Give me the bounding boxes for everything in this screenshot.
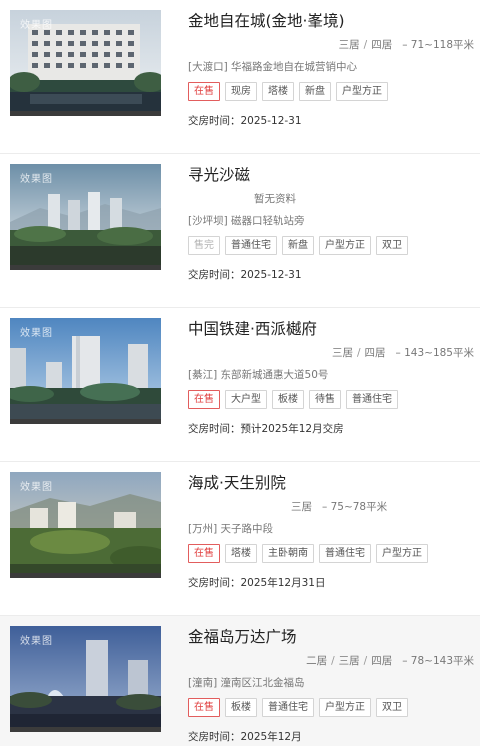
listing-card[interactable]: 效果图 中国铁建·西派樾府 三居 / 四居 – 143~185平米 [綦江] 东部新城… bbox=[0, 308, 480, 462]
tag-on-sale: 在售 bbox=[188, 390, 220, 409]
address-district: [綦江] bbox=[188, 369, 218, 381]
tag: 待售 bbox=[309, 390, 341, 409]
delivery-date: 交房时间：2025年12月31日 bbox=[188, 577, 326, 589]
tag-list: 在售 板楼 普通住宅 户型方正 双卫 bbox=[188, 698, 408, 717]
listing-title[interactable]: 中国铁建·西派樾府 bbox=[188, 317, 317, 339]
listing-address: [万州] 天子路中段 bbox=[188, 521, 273, 536]
room-type: 二居 bbox=[306, 655, 328, 667]
tag: 普通住宅 bbox=[225, 236, 277, 255]
listing-layout-area: 三居 / 四居 – 143~185平米 bbox=[331, 347, 474, 359]
tag: 普通住宅 bbox=[346, 390, 398, 409]
listing-card[interactable]: 效果图 海成·天生别院 三居 – 75~78平米 [万州] 天子路中段 在售 塔楼… bbox=[0, 462, 480, 616]
tag: 大户型 bbox=[225, 390, 267, 409]
address-detail: 潼南区江北金福岛 bbox=[220, 677, 305, 689]
area-range: 71~118平米 bbox=[410, 39, 474, 51]
tag: 塔楼 bbox=[225, 544, 257, 563]
listing-address: [潼南] 潼南区江北金福岛 bbox=[188, 675, 305, 690]
tag: 双卫 bbox=[376, 236, 408, 255]
tag: 塔楼 bbox=[262, 82, 294, 101]
tag-list: 在售 大户型 板楼 待售 普通住宅 bbox=[188, 390, 398, 409]
tag: 新盘 bbox=[299, 82, 331, 101]
listing-card[interactable]: 效果图 寻光沙磁 暂无资料 [沙坪坝] 磁器口轻轨站旁 售完 普通住宅 新盘 户… bbox=[0, 154, 480, 308]
delivery-date: 交房时间：2025年12月 bbox=[188, 731, 302, 743]
tag: 户型方正 bbox=[319, 698, 371, 717]
tag: 板楼 bbox=[225, 698, 257, 717]
room-type: 三居 bbox=[291, 501, 312, 513]
listing-layout-area: 三居 – 75~78平米 bbox=[291, 501, 388, 513]
listing-image[interactable]: 效果图 bbox=[10, 10, 161, 116]
address-district: [万州] bbox=[188, 523, 218, 535]
tag: 现房 bbox=[225, 82, 257, 101]
listing-card[interactable]: 效果图 金地自在城(金地·峯境) 三居 / 四居 – 71~118平米 [大渡口] 华… bbox=[0, 0, 480, 154]
tag: 板楼 bbox=[272, 390, 304, 409]
delivery-date: 交房时间：2025-12-31 bbox=[188, 269, 302, 281]
listing-title[interactable]: 海成·天生别院 bbox=[188, 471, 286, 493]
listing-image[interactable]: 效果图 bbox=[10, 164, 161, 270]
tag: 普通住宅 bbox=[262, 698, 314, 717]
tag-list: 在售 现房 塔楼 新盘 户型方正 bbox=[188, 82, 388, 101]
tag: 普通住宅 bbox=[319, 544, 371, 563]
tag: 户型方正 bbox=[336, 82, 388, 101]
area-range: 78~143平米 bbox=[410, 655, 474, 667]
listing-address: [大渡口] 华福路金地自在城营销中心 bbox=[188, 59, 357, 74]
tag-on-sale: 在售 bbox=[188, 698, 220, 717]
watermark-label: 效果图 bbox=[20, 482, 53, 493]
address-district: [大渡口] bbox=[188, 61, 228, 73]
listing-image[interactable]: 效果图 bbox=[10, 626, 161, 732]
listing-address: [沙坪坝] 磁器口轻轨站旁 bbox=[188, 213, 305, 228]
tag-sold-out: 售完 bbox=[188, 236, 220, 255]
address-detail: 磁器口轻轨站旁 bbox=[231, 215, 305, 227]
watermark-label: 效果图 bbox=[20, 328, 53, 339]
tag: 新盘 bbox=[282, 236, 314, 255]
watermark-label: 效果图 bbox=[20, 174, 53, 185]
delivery-date: 交房时间：预计2025年12月交房 bbox=[188, 423, 344, 435]
tag: 户型方正 bbox=[376, 544, 428, 563]
tag: 主卧朝南 bbox=[262, 544, 314, 563]
area-range: 143~185平米 bbox=[404, 347, 474, 359]
room-type: 四居 bbox=[371, 39, 393, 51]
listing-title[interactable]: 寻光沙磁 bbox=[188, 163, 250, 185]
area-range: 75~78平米 bbox=[330, 501, 388, 513]
watermark-label: 效果图 bbox=[20, 636, 53, 647]
tag-on-sale: 在售 bbox=[188, 544, 220, 563]
room-type: 三居 bbox=[338, 655, 360, 667]
listing-list: 效果图 金地自在城(金地·峯境) 三居 / 四居 – 71~118平米 [大渡口] 华… bbox=[0, 0, 480, 746]
listing-title[interactable]: 金地自在城(金地·峯境) bbox=[188, 9, 345, 31]
room-type: 四居 bbox=[371, 655, 393, 667]
address-district: [潼南] bbox=[188, 677, 218, 689]
listing-image[interactable]: 效果图 bbox=[10, 318, 161, 424]
tag-list: 在售 塔楼 主卧朝南 普通住宅 户型方正 bbox=[188, 544, 428, 563]
address-district: [沙坪坝] bbox=[188, 215, 228, 227]
room-type: 四居 bbox=[364, 347, 386, 359]
address-detail: 华福路金地自在城营销中心 bbox=[231, 61, 358, 73]
tag: 户型方正 bbox=[319, 236, 371, 255]
address-detail: 天子路中段 bbox=[220, 523, 274, 535]
listing-layout-area: 二居 / 三居 / 四居 – 78~143平米 bbox=[306, 655, 474, 667]
delivery-date: 交房时间：2025-12-31 bbox=[188, 115, 302, 127]
listing-card[interactable]: 效果图 金福岛万达广场 二居 / 三居 / 四居 – 78~143平米 [潼南] 潼南区江… bbox=[0, 616, 480, 746]
listing-status-note: 暂无资料 bbox=[254, 193, 296, 205]
tag: 双卫 bbox=[376, 698, 408, 717]
watermark-label: 效果图 bbox=[20, 20, 53, 31]
listing-address: [綦江] 东部新城通惠大道50号 bbox=[188, 367, 328, 382]
tag-list: 售完 普通住宅 新盘 户型方正 双卫 bbox=[188, 236, 408, 255]
address-detail: 东部新城通惠大道50号 bbox=[220, 369, 329, 381]
tag-on-sale: 在售 bbox=[188, 82, 220, 101]
listing-image[interactable]: 效果图 bbox=[10, 472, 161, 578]
room-type: 三居 bbox=[331, 347, 353, 359]
listing-layout-area: 三居 / 四居 – 71~118平米 bbox=[338, 39, 474, 51]
listing-title[interactable]: 金福岛万达广场 bbox=[188, 625, 297, 647]
room-type: 三居 bbox=[338, 39, 360, 51]
